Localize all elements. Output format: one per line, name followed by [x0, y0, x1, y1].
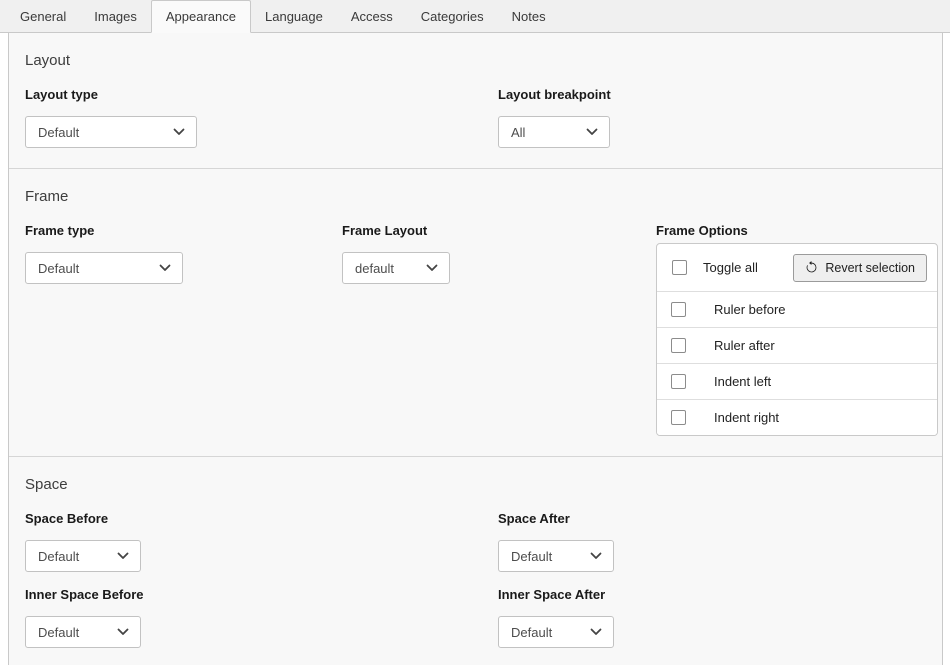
layout-type-label: Layout type: [25, 87, 498, 102]
inner-space-after-select[interactable]: Default: [498, 616, 614, 648]
indent-left-checkbox[interactable]: [671, 374, 686, 389]
space-before-select[interactable]: Default: [25, 540, 141, 572]
tab-general[interactable]: General: [6, 0, 80, 32]
chevron-down-icon: [117, 628, 129, 636]
indent-right-label: Indent right: [714, 410, 779, 425]
frame-options-label: Frame Options: [656, 223, 938, 238]
frame-options-header: Toggle all Revert selection: [657, 244, 937, 291]
space-section-title: Space: [25, 476, 926, 493]
chevron-down-icon: [586, 128, 598, 136]
inner-space-after-label: Inner Space After: [498, 587, 926, 602]
chevron-down-icon: [117, 552, 129, 560]
tab-access[interactable]: Access: [337, 0, 407, 32]
tab-language[interactable]: Language: [251, 0, 337, 32]
layout-type-select[interactable]: Default: [25, 116, 197, 148]
space-after-value: Default: [511, 549, 552, 564]
layout-type-value: Default: [38, 125, 79, 140]
tab-notes[interactable]: Notes: [498, 0, 560, 32]
frame-section: Frame Frame type Default Frame Layout de…: [9, 168, 942, 456]
frame-type-value: Default: [38, 261, 79, 276]
tab-images[interactable]: Images: [80, 0, 151, 32]
frame-options-list: Toggle all Revert selection Ruler before: [656, 243, 938, 436]
revert-selection-label: Revert selection: [825, 261, 915, 275]
frame-layout-value: default: [355, 261, 394, 276]
space-after-label: Space After: [498, 511, 926, 526]
tab-appearance[interactable]: Appearance: [151, 0, 251, 33]
tab-categories[interactable]: Categories: [407, 0, 498, 32]
space-before-value: Default: [38, 549, 79, 564]
inner-space-before-select[interactable]: Default: [25, 616, 141, 648]
frame-type-label: Frame type: [25, 223, 342, 238]
chevron-down-icon: [173, 128, 185, 136]
inner-space-after-value: Default: [511, 625, 552, 640]
chevron-down-icon: [590, 628, 602, 636]
indent-left-label: Indent left: [714, 374, 771, 389]
frame-option-row-ruler-after: Ruler after: [657, 327, 937, 363]
revert-selection-button[interactable]: Revert selection: [793, 254, 927, 282]
frame-type-select[interactable]: Default: [25, 252, 183, 284]
ruler-before-checkbox[interactable]: [671, 302, 686, 317]
ruler-after-checkbox[interactable]: [671, 338, 686, 353]
inner-space-before-value: Default: [38, 625, 79, 640]
frame-option-row-indent-left: Indent left: [657, 363, 937, 399]
frame-layout-select[interactable]: default: [342, 252, 450, 284]
space-after-select[interactable]: Default: [498, 540, 614, 572]
chevron-down-icon: [426, 264, 438, 272]
ruler-after-label: Ruler after: [714, 338, 775, 353]
layout-breakpoint-label: Layout breakpoint: [498, 87, 926, 102]
ruler-before-label: Ruler before: [714, 302, 786, 317]
appearance-tab-panel: Layout Layout type Default Layout breakp…: [8, 33, 943, 665]
layout-section-title: Layout: [25, 52, 926, 69]
space-before-label: Space Before: [25, 511, 498, 526]
frame-section-title: Frame: [25, 188, 926, 205]
layout-section: Layout Layout type Default Layout breakp…: [9, 33, 942, 168]
toggle-all-checkbox[interactable]: [672, 260, 687, 275]
inner-space-before-label: Inner Space Before: [25, 587, 498, 602]
chevron-down-icon: [590, 552, 602, 560]
layout-breakpoint-select[interactable]: All: [498, 116, 610, 148]
frame-option-row-ruler-before: Ruler before: [657, 291, 937, 327]
tab-bar: General Images Appearance Language Acces…: [0, 0, 950, 33]
chevron-down-icon: [159, 264, 171, 272]
indent-right-checkbox[interactable]: [671, 410, 686, 425]
layout-breakpoint-value: All: [511, 125, 525, 140]
frame-layout-label: Frame Layout: [342, 223, 656, 238]
toggle-all-label: Toggle all: [703, 260, 758, 275]
frame-option-row-indent-right: Indent right: [657, 399, 937, 435]
revert-icon: [805, 261, 818, 274]
space-section: Space Space Before Default Space After D…: [9, 456, 942, 665]
